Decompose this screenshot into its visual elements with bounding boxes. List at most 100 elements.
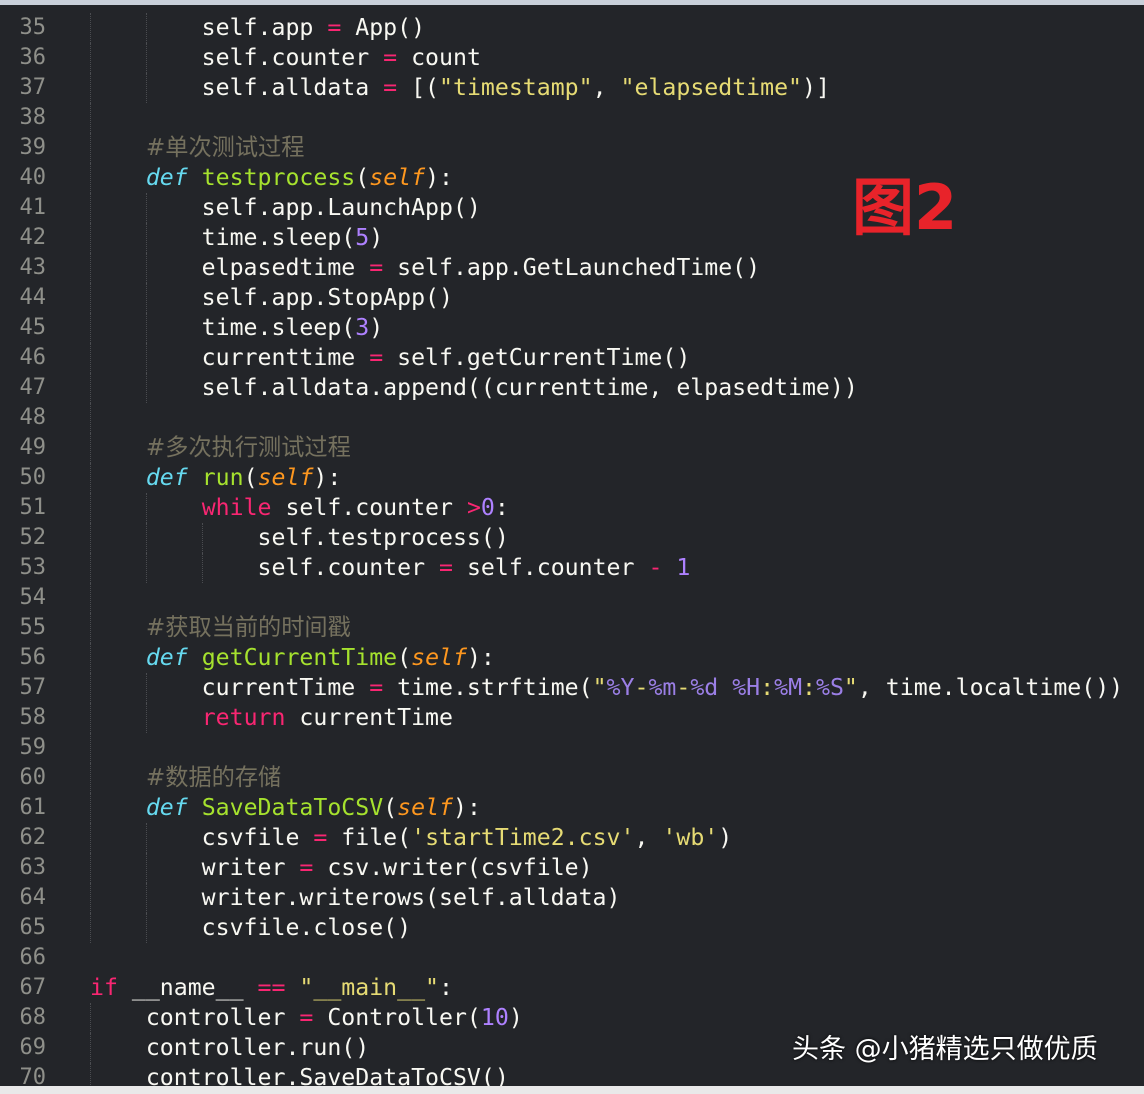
plain-token: currentTime (285, 704, 453, 731)
op-token: == (257, 974, 286, 1001)
plain-token: ) (718, 824, 733, 851)
plain-token: ): (466, 644, 495, 671)
fn-token: testprocess (201, 164, 356, 191)
code-text: self.app = App() (90, 13, 425, 43)
line-number: 57 (19, 675, 47, 700)
def-token: def (145, 164, 188, 191)
plain-token: writer.writerows(self.alldata) (90, 884, 621, 911)
plain-token: App() (341, 14, 426, 41)
cm-token: #单次测试过程 (145, 134, 305, 161)
str-token: " (843, 674, 858, 701)
line-number: 35 (19, 15, 47, 40)
fn-token: run (201, 464, 244, 491)
param-token: self (397, 794, 453, 821)
plain-token: ( (243, 464, 258, 491)
line-number: 53 (19, 555, 47, 580)
code-editor[interactable]: 35 self.app = App() 36 self.counter = cou… (0, 13, 1144, 1086)
line-number: 62 (19, 825, 47, 850)
code-line: 39 #单次测试过程 (0, 133, 1144, 163)
line-number: 41 (19, 195, 47, 220)
line-number: 44 (19, 285, 47, 310)
num-token: 10 (480, 1004, 509, 1031)
kw-token: while (201, 494, 272, 521)
plain-token: file( (327, 824, 412, 851)
fmt-token: %Y (606, 674, 635, 701)
code-line: 57 currentTime = time.strftime("%Y-%m-%d… (0, 673, 1144, 703)
kw-token: return (201, 704, 286, 731)
fmt-token: %H (732, 674, 761, 701)
op-token: = (299, 854, 314, 881)
plain-token: currenttime (90, 344, 370, 371)
op-token: = (439, 554, 453, 581)
plain-token: currentTime (90, 674, 370, 701)
code-line: 36 self.counter = count (0, 43, 1144, 73)
plain-token: , time.localtime()) (857, 674, 1124, 701)
code-line: 66 (0, 943, 1144, 973)
plain-token: self.app.GetLaunchedTime() (383, 254, 761, 281)
param-token: self (369, 164, 426, 191)
code-line: 50 def run(self): (0, 463, 1144, 493)
horizontal-scrollbar[interactable] (0, 1086, 1144, 1094)
cm-token: #数据的存储 (145, 764, 282, 791)
num-token: 3 (355, 314, 370, 341)
code-text: while self.counter >0: (90, 493, 509, 523)
code-text: self.alldata.append((currenttime, elpase… (90, 373, 858, 403)
plain-token: self.counter (271, 494, 467, 521)
code-text: self.counter = self.counter - 1 (90, 553, 691, 583)
str-token: " (592, 674, 607, 701)
fmt-token: %M (774, 674, 803, 701)
line-number: 54 (19, 585, 47, 610)
str-token: "elapsedtime" (620, 74, 802, 101)
line-number: 52 (19, 525, 47, 550)
plain-token: self.counter (90, 44, 384, 71)
op-token: > (466, 494, 481, 521)
code-line: 40 def testprocess(self): (0, 163, 1144, 193)
line-number: 38 (19, 105, 47, 130)
num-token: 1 (676, 554, 691, 581)
indent-guide (90, 403, 91, 433)
line-number: 47 (19, 375, 47, 400)
code-line: 67 if __name__ == "__main__": (0, 973, 1144, 1003)
plain-token: , (592, 74, 621, 101)
code-line: 46 currenttime = self.getCurrentTime() (0, 343, 1144, 373)
code-line: 38 (0, 103, 1144, 133)
op-token: = (299, 1004, 314, 1031)
line-number: 58 (19, 705, 47, 730)
code-line: 35 self.app = App() (0, 13, 1144, 43)
line-number: 43 (19, 255, 47, 280)
plain-token: self.testprocess() (90, 524, 509, 551)
fmt-token: %S (816, 674, 844, 701)
line-number: 68 (19, 1005, 47, 1030)
line-number: 50 (19, 465, 47, 490)
op-token: = (327, 14, 342, 41)
code-line: 68 controller = Controller(10) (0, 1003, 1144, 1033)
op-token: = (313, 824, 328, 851)
code-text: elpasedtime = self.app.GetLaunchedTime() (90, 253, 760, 283)
code-line: 44 self.app.StopApp() (0, 283, 1144, 313)
plain-token: csvfile (90, 824, 314, 851)
plain-token: ) (369, 224, 384, 251)
op-token: = (369, 674, 384, 701)
str-token: : (802, 674, 816, 701)
code-text: csvfile.close() (90, 913, 411, 943)
str-token: "__main__" (299, 974, 440, 1001)
plain-token: , (634, 824, 663, 851)
code-text: self.testprocess() (90, 523, 509, 553)
plain-token: time.sleep( (90, 224, 356, 251)
plain-token: csv.writer(csvfile) (313, 854, 593, 881)
def-token: def (145, 464, 188, 491)
code-text: currenttime = self.getCurrentTime() (90, 343, 691, 373)
code-line: 58 return currentTime (0, 703, 1144, 733)
line-number: 49 (19, 435, 47, 460)
code-text: def getCurrentTime(self): (90, 643, 495, 673)
line-number: 39 (19, 135, 47, 160)
plain-token: ): (313, 464, 342, 491)
